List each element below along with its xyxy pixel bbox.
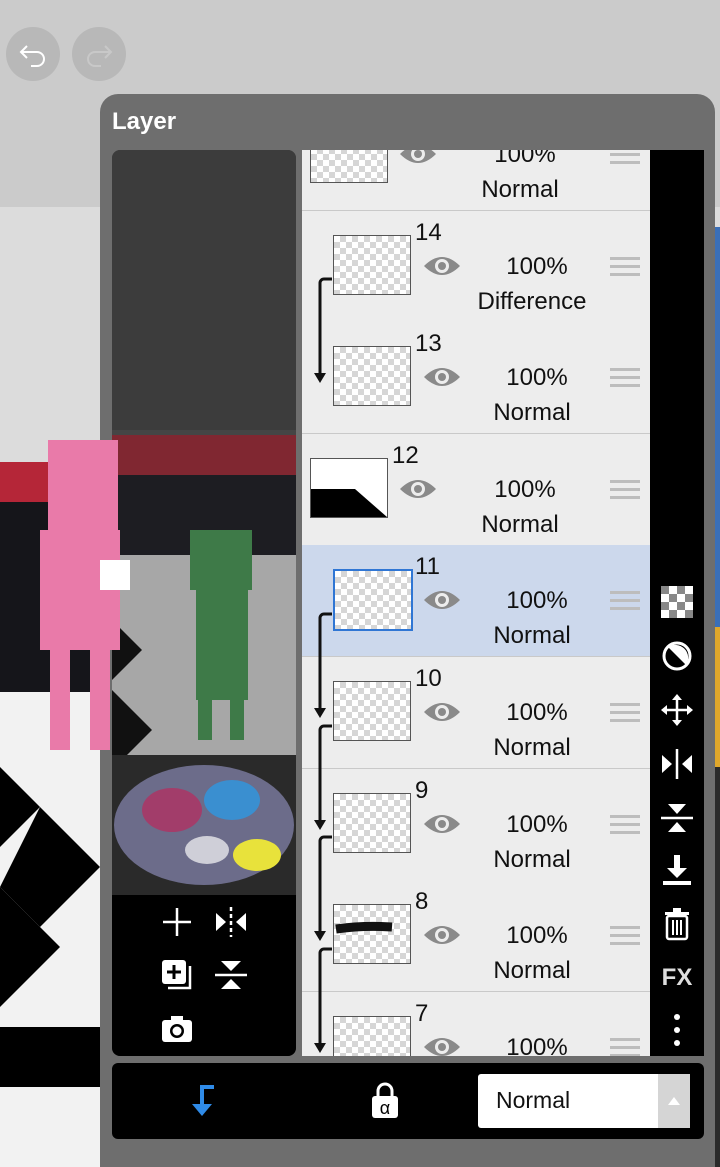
clipping-arrow-icon[interactable] — [188, 1084, 218, 1118]
layer-opacity: 100% — [506, 811, 568, 838]
camera-icon[interactable] — [160, 1014, 194, 1044]
layer-opacity: 100% — [506, 587, 568, 614]
visibility-eye-icon[interactable] — [398, 150, 438, 167]
clip-circle-icon[interactable] — [650, 636, 704, 676]
layer-blend-mode: Normal — [481, 176, 559, 203]
layer-opacity: 100% — [494, 476, 556, 503]
alpha-symbol: α — [380, 1098, 390, 1118]
clipping-indicator-icon — [314, 947, 332, 1053]
add-layer-icon[interactable] — [160, 905, 194, 939]
visibility-eye-icon[interactable] — [422, 699, 462, 725]
drag-handle-icon[interactable] — [610, 368, 640, 392]
layer-thumbnail[interactable] — [333, 346, 411, 406]
layer-row[interactable]: 12 100% Normal — [302, 434, 650, 546]
vertical-flip-icon[interactable] — [213, 958, 249, 992]
layer-thumbnail[interactable] — [333, 1016, 411, 1056]
drag-handle-icon[interactable] — [610, 480, 640, 504]
layer-row[interactable]: 8 100% Normal — [302, 835, 650, 992]
undo-button[interactable] — [6, 27, 60, 81]
layer-thumbnail[interactable] — [310, 458, 388, 518]
drag-handle-icon[interactable] — [610, 150, 640, 169]
layer-number: 14 — [415, 219, 442, 246]
layer-row[interactable]: 9 100% Normal — [302, 724, 650, 881]
transparency-checker-icon[interactable] — [650, 582, 704, 622]
visibility-eye-icon[interactable] — [422, 811, 462, 837]
layer-thumbnail[interactable] — [333, 904, 411, 964]
layer-opacity: 100% — [506, 699, 568, 726]
layer-row[interactable]: 11 100% Normal — [302, 545, 650, 657]
visibility-eye-icon[interactable] — [422, 587, 462, 613]
layer-list[interactable]: 100% Normal 14 100% Difference 13 100% Normal 12… — [302, 150, 650, 1056]
flip-vertical-icon[interactable] — [650, 798, 704, 838]
layer-number: 10 — [415, 665, 442, 692]
move-icon[interactable] — [650, 690, 704, 730]
layer-row[interactable]: 13 100% Normal — [302, 277, 650, 434]
layer-row[interactable]: 7 100% Normal — [302, 947, 650, 1056]
layer-number: 13 — [415, 330, 442, 357]
layer-opacity: 100% — [506, 1034, 568, 1056]
layer-number: 7 — [415, 1000, 429, 1027]
layer-opacity: 100% — [506, 253, 568, 280]
drag-handle-icon[interactable] — [610, 1038, 640, 1056]
visibility-eye-icon[interactable] — [422, 1034, 462, 1056]
layer-blend-mode: Normal — [493, 399, 571, 426]
visibility-eye-icon[interactable] — [422, 922, 462, 948]
layer-thumbnail[interactable] — [333, 681, 411, 741]
clipping-indicator-icon — [314, 835, 332, 941]
alpha-lock-icon[interactable]: α — [370, 1082, 400, 1120]
layer-blend-mode: Normal — [481, 511, 559, 538]
clipping-indicator-icon — [314, 612, 332, 718]
layer-blend-mode: Difference — [477, 288, 587, 315]
drag-handle-icon[interactable] — [610, 815, 640, 839]
layer-number: 9 — [415, 777, 429, 804]
undo-icon — [19, 45, 45, 67]
layer-blend-mode: Normal — [493, 846, 571, 873]
duplicate-layer-icon[interactable] — [160, 958, 194, 992]
blend-mode-dropdown-button[interactable] — [658, 1074, 690, 1128]
more-vertical-icon[interactable] — [650, 1010, 704, 1050]
layer-number: 8 — [415, 888, 429, 915]
canvas-character — [40, 440, 130, 750]
flip-horizontal-icon[interactable] — [650, 744, 704, 784]
layer-blend-mode: Normal — [493, 957, 571, 984]
drag-handle-icon[interactable] — [610, 926, 640, 950]
merge-down-icon[interactable] — [650, 850, 704, 890]
redo-icon — [87, 45, 113, 67]
layer-row[interactable]: 10 100% Normal — [302, 612, 650, 769]
layer-thumbnail[interactable] — [333, 793, 411, 853]
layer-toolbar: FX — [650, 150, 704, 1056]
clipping-indicator-icon — [314, 277, 332, 383]
fx-button[interactable]: FX — [650, 958, 704, 998]
clipping-indicator-icon — [314, 724, 332, 830]
visibility-eye-icon[interactable] — [422, 253, 462, 279]
flip-icon[interactable] — [213, 905, 249, 939]
layer-row[interactable]: 100% Normal — [302, 150, 650, 211]
drag-handle-icon[interactable] — [610, 703, 640, 727]
blend-mode-value: Normal — [496, 1087, 571, 1113]
layer-blend-mode: Normal — [493, 734, 571, 761]
layer-number: 11 — [415, 553, 440, 580]
redo-button[interactable] — [72, 27, 126, 81]
drag-handle-icon[interactable] — [610, 257, 640, 281]
trash-icon[interactable] — [650, 904, 704, 944]
layer-number: 12 — [392, 442, 419, 469]
caret-up-icon — [668, 1097, 680, 1105]
panel-title: Layer — [112, 108, 177, 135]
layer-row[interactable]: 14 100% Difference — [302, 211, 650, 323]
layer-opacity: 100% — [506, 922, 568, 949]
layer-thumbnail[interactable] — [333, 569, 413, 631]
layer-opacity: 100% — [506, 364, 568, 391]
visibility-eye-icon[interactable] — [422, 364, 462, 390]
layer-thumbnail[interactable] — [310, 150, 388, 183]
layer-thumbnail[interactable] — [333, 235, 411, 295]
layer-blend-mode: Normal — [493, 622, 571, 649]
layer-opacity: 100% — [494, 150, 556, 168]
drag-handle-icon[interactable] — [610, 591, 640, 615]
visibility-eye-icon[interactable] — [398, 476, 438, 502]
